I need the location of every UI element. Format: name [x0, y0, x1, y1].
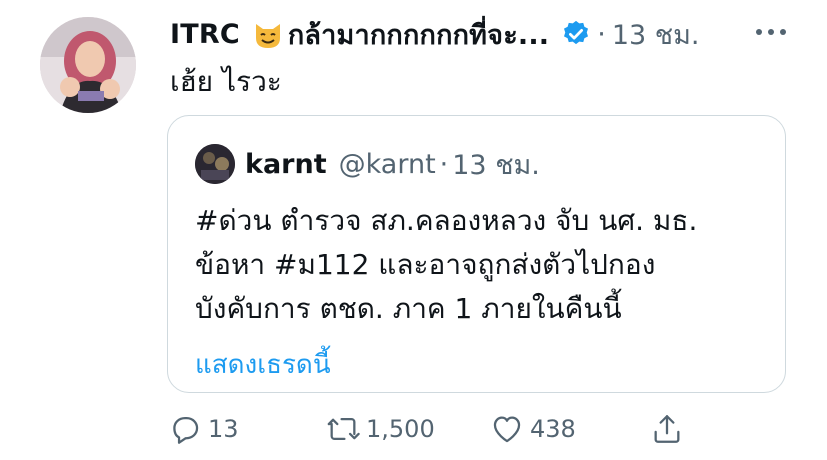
author-name-suffix[interactable]: กล้ามากกกกกกที่จะ...	[288, 13, 549, 56]
cat-emoji-icon	[252, 18, 284, 50]
quoted-tweet-timestamp[interactable]: 13 ชม.	[452, 143, 540, 186]
quoted-author-name[interactable]: karnt	[245, 149, 327, 180]
reply-button[interactable]: 13	[168, 412, 239, 446]
quoted-tweet-card[interactable]: karnt @karnt · 13 ชม. #ด่วน ตำรวจ สภ.คลอ…	[167, 115, 786, 393]
reply-count: 13	[208, 415, 239, 443]
tweet-action-bar: 13 1,500 438	[0, 408, 827, 452]
verified-badge-icon	[561, 19, 591, 49]
tweet-header: ITRC กล้ามากกกกกกที่จะ... · 13 ชม.	[170, 14, 700, 54]
quoted-text-line: #ด่วน ตำรวจ สภ.คลองหลวง จับ นศ. มธ.	[195, 204, 698, 237]
separator-dot: ·	[597, 18, 606, 50]
author-avatar[interactable]	[40, 17, 136, 113]
quoted-tweet-text: #ด่วน ตำรวจ สภ.คลองหลวง จับ นศ. มธ. ข้อห…	[195, 199, 697, 331]
quoted-text-line: ข้อหา #ม112 และอาจถูกส่งตัวไปกอง	[195, 248, 656, 281]
retweet-icon	[327, 417, 360, 441]
share-icon	[654, 415, 680, 443]
retweet-button[interactable]: 1,500	[326, 412, 435, 446]
quoted-author-avatar[interactable]	[195, 144, 235, 184]
author-name[interactable]: ITRC	[170, 19, 240, 50]
reply-icon	[173, 416, 199, 444]
quoted-author-handle[interactable]: @karnt	[339, 149, 436, 180]
retweet-count: 1,500	[366, 415, 435, 443]
separator-dot: ·	[439, 148, 449, 180]
quoted-tweet-header: karnt @karnt · 13 ชม.	[245, 144, 540, 184]
like-count: 438	[530, 415, 576, 443]
quoted-text-line: บังคับการ ตชด. ภาค 1 ภายในคืนนี้	[195, 292, 622, 325]
share-button[interactable]	[650, 412, 690, 446]
tweet-timestamp[interactable]: 13 ชม.	[612, 13, 700, 56]
show-thread-link[interactable]: แสดงเธรดนี้	[195, 344, 331, 385]
like-button[interactable]: 438	[490, 412, 576, 446]
heart-icon	[493, 416, 521, 443]
tweet-text: เฮ้ย ไรวะ	[170, 65, 282, 98]
more-options-icon[interactable]	[753, 20, 789, 44]
